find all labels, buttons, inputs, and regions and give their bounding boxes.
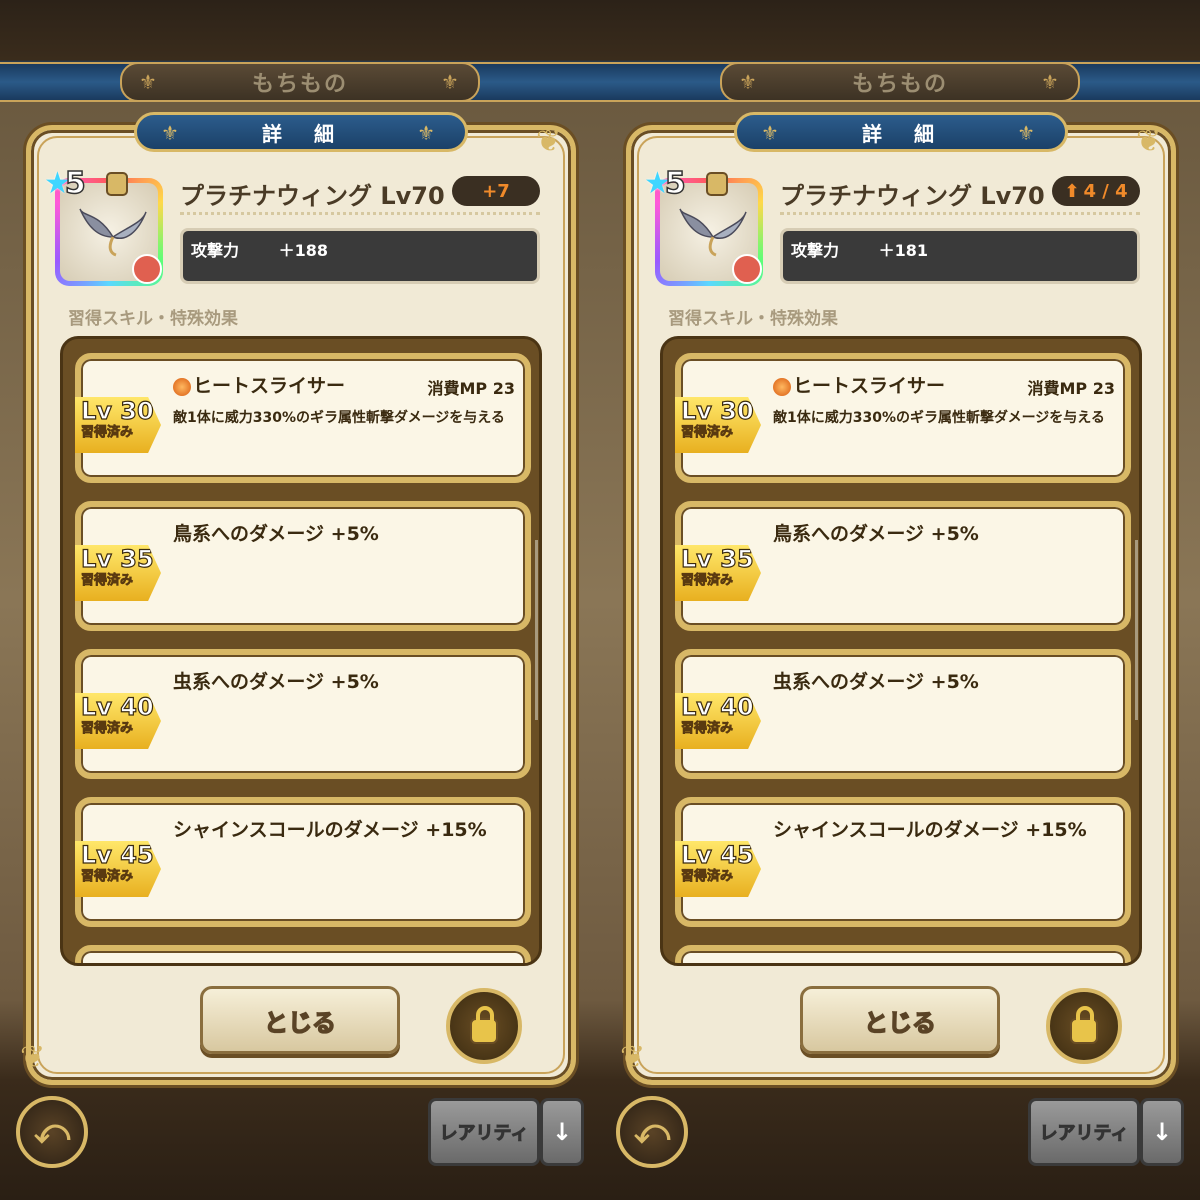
back-arrow-icon: ⤺ [633, 1112, 671, 1152]
skill-title: 虫系へのダメージ +5% [773, 671, 979, 693]
skill-title: ヒートスライサー [173, 371, 345, 398]
mp-cost: 消費MP 23 [427, 379, 516, 398]
skill-card[interactable]: Lv 30 習得済み ヒートスライサー 消費MP 23 敵1体に威力330%のギ… [75, 353, 531, 483]
lock-button[interactable] [1046, 988, 1122, 1064]
level-tag: Lv 45 習得済み [75, 841, 161, 897]
lock-icon [470, 1006, 498, 1044]
upgrade-badge: ⬆ 4 / 4 [1052, 176, 1140, 206]
level-tag: Lv 40 習得済み [675, 693, 761, 749]
fire-icon [173, 377, 191, 396]
skill-card[interactable] [675, 945, 1131, 963]
scrollbar[interactable] [1135, 540, 1138, 720]
claw-icon [732, 254, 762, 284]
skill-card[interactable]: Lv 40 習得済み 虫系へのダメージ +5% [675, 649, 1131, 779]
sort-direction-button[interactable]: ↓ [540, 1098, 584, 1166]
close-button[interactable]: とじる [200, 986, 400, 1054]
divider [180, 212, 540, 215]
back-button[interactable]: ⤺ [616, 1096, 688, 1168]
stat-value: ＋188 [278, 241, 328, 260]
top-title: もちもの [851, 72, 948, 97]
skill-title: 虫系へのダメージ +5% [173, 671, 379, 693]
level-tag: Lv 40 習得済み [75, 693, 161, 749]
section-title: 習得スキル・特殊効果 [68, 309, 238, 329]
sort-button[interactable]: レアリティ [428, 1098, 540, 1166]
claw-icon [132, 254, 162, 284]
upgrade-badge: +7 [452, 176, 540, 206]
skill-card[interactable]: Lv 45 習得済み シャインスコールのダメージ +15% [675, 797, 1131, 927]
scrollbar[interactable] [535, 540, 538, 720]
screen-left: ⚜ もちもの ⚜ ⚜ 詳 細 ⚜ ❦ ❦ ★ 5 プラチナウィング Lv70 +… [0, 0, 600, 1200]
arrow-down-icon: ↓ [1151, 1118, 1173, 1146]
stat-box: 攻撃力 ＋188 [180, 228, 540, 284]
corner-ornament-icon: ❦ [20, 1040, 46, 1075]
arrow-down-icon: ↓ [551, 1118, 573, 1146]
level-tag: Lv 30 習得済み [75, 397, 161, 453]
fleur-icon: ⚜ [139, 70, 159, 94]
stat-value: ＋181 [878, 241, 928, 260]
skill-description: 敵1体に威力330%のギラ属性斬撃ダメージを与える [773, 410, 1105, 426]
section-title: 習得スキル・特殊効果 [668, 309, 838, 329]
lock-icon [1070, 1006, 1098, 1044]
sort-direction-button[interactable]: ↓ [1140, 1098, 1184, 1166]
skill-card[interactable]: Lv 35 習得済み 鳥系へのダメージ +5% [75, 501, 531, 631]
divider [780, 212, 1140, 215]
lock-icon [106, 172, 128, 196]
lock-button[interactable] [446, 988, 522, 1064]
fleur-icon: ⚜ [739, 70, 759, 94]
skill-list[interactable]: Lv 30 習得済み ヒートスライサー 消費MP 23 敵1体に威力330%のギ… [660, 336, 1142, 966]
detail-title: 詳 細 [262, 121, 340, 146]
top-title-plaque: ⚜ もちもの ⚜ [120, 62, 480, 102]
level-tag: Lv 45 習得済み [675, 841, 761, 897]
top-title-plaque: ⚜ もちもの ⚜ [720, 62, 1080, 102]
lock-icon [706, 172, 728, 196]
skill-card[interactable]: Lv 35 習得済み 鳥系へのダメージ +5% [675, 501, 1131, 631]
top-title: もちもの [251, 72, 348, 97]
stat-box: 攻撃力 ＋181 [780, 228, 1140, 284]
rarity-badge: ★ 5 [44, 165, 87, 202]
skill-title: シャインスコールのダメージ +15% [173, 819, 487, 841]
skill-title: シャインスコールのダメージ +15% [773, 819, 1087, 841]
detail-header: ⚜ 詳 細 ⚜ [734, 112, 1068, 152]
skill-description: 敵1体に威力330%のギラ属性斬撃ダメージを与える [173, 410, 505, 426]
fleur-icon: ⚜ [441, 70, 461, 94]
level-tag: Lv 30 習得済み [675, 397, 761, 453]
corner-ornament-icon: ❦ [620, 1040, 646, 1075]
fleur-icon: ⚜ [761, 121, 785, 145]
stat-label: 攻撃力 [791, 241, 840, 260]
stat-label: 攻撃力 [191, 241, 240, 260]
skill-title: ヒートスライサー [773, 371, 945, 398]
item-name: プラチナウィング Lv70 [780, 182, 1045, 210]
detail-header: ⚜ 詳 細 ⚜ [134, 112, 468, 152]
fleur-icon: ⚜ [1017, 121, 1041, 145]
back-button[interactable]: ⤺ [16, 1096, 88, 1168]
back-arrow-icon: ⤺ [33, 1112, 71, 1152]
skill-title: 鳥系へのダメージ +5% [173, 523, 379, 545]
skill-card[interactable]: Lv 40 習得済み 虫系へのダメージ +5% [75, 649, 531, 779]
wing-icon [79, 208, 147, 257]
skill-title: 鳥系へのダメージ +5% [773, 523, 979, 545]
wing-icon [679, 208, 747, 257]
fleur-icon: ⚜ [161, 121, 185, 145]
fleur-icon: ⚜ [417, 121, 441, 145]
level-tag: Lv 35 習得済み [75, 545, 161, 601]
rarity-badge: ★ 5 [644, 165, 687, 202]
level-tag: Lv 35 習得済み [675, 545, 761, 601]
skill-card[interactable]: Lv 45 習得済み シャインスコールのダメージ +15% [75, 797, 531, 927]
fleur-icon: ⚜ [1041, 70, 1061, 94]
skill-list[interactable]: Lv 30 習得済み ヒートスライサー 消費MP 23 敵1体に威力330%のギ… [60, 336, 542, 966]
arrow-up-icon: ⬆ [1064, 180, 1080, 202]
fire-icon [773, 377, 791, 396]
sort-button[interactable]: レアリティ [1028, 1098, 1140, 1166]
mp-cost: 消費MP 23 [1027, 379, 1116, 398]
detail-title: 詳 細 [862, 121, 940, 146]
corner-ornament-icon: ❦ [1136, 124, 1162, 159]
item-name: プラチナウィング Lv70 [180, 182, 445, 210]
skill-card[interactable] [75, 945, 531, 963]
screen-right: ⚜ もちもの ⚜ ⚜ 詳 細 ⚜ ❦ ❦ ★ 5 プラチナウィング Lv70 ⬆… [600, 0, 1200, 1200]
corner-ornament-icon: ❦ [536, 124, 562, 159]
close-button[interactable]: とじる [800, 986, 1000, 1054]
skill-card[interactable]: Lv 30 習得済み ヒートスライサー 消費MP 23 敵1体に威力330%のギ… [675, 353, 1131, 483]
